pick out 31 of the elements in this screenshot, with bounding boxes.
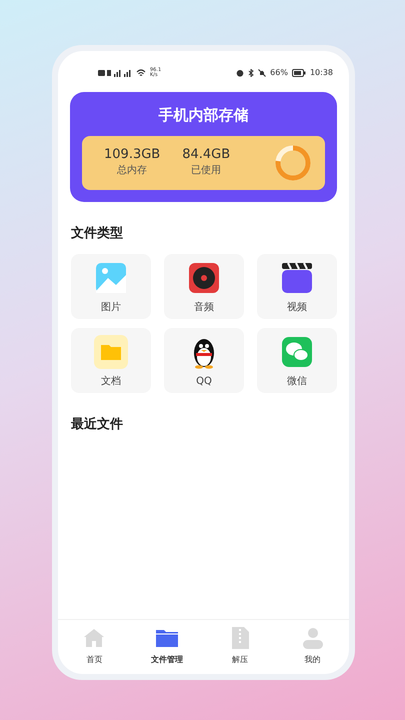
file-type-tile[interactable]: 图片: [71, 254, 151, 319]
signal-icon: [98, 69, 132, 77]
folder-icon: [94, 335, 128, 369]
file-type-tile[interactable]: 视频: [257, 254, 337, 319]
wifi-icon: [136, 69, 146, 77]
section-title: 最近文件: [71, 416, 124, 434]
battery-percent: 66%: [270, 67, 288, 79]
image-icon: [94, 261, 128, 295]
person-icon: [300, 626, 325, 650]
file-type-tile[interactable]: 微信: [257, 328, 337, 393]
file-type-tile[interactable]: 文档: [71, 328, 151, 393]
chat-bubbles-icon: [280, 335, 314, 369]
used-storage-label: 已使用: [191, 164, 222, 178]
section-title: 文件类型: [71, 224, 124, 242]
mute-icon: [258, 69, 266, 77]
total-storage-label: 总内存: [117, 164, 148, 178]
tab-bar-item[interactable]: 文件管理: [130, 626, 204, 666]
storage-title: 手机内部存储: [158, 105, 250, 126]
file-type-tile[interactable]: 音频: [164, 254, 244, 319]
clock-time: 10:38: [310, 67, 333, 79]
bluetooth-icon: [248, 69, 254, 77]
file-type-tile[interactable]: QQ: [164, 328, 244, 393]
battery-icon: [292, 69, 306, 77]
home-icon: [82, 626, 106, 650]
total-storage-value: 109.3GB: [104, 146, 160, 164]
tab-bar-item[interactable]: 首页: [58, 626, 131, 666]
tab-bar-item[interactable]: 我的: [276, 626, 349, 666]
storage-usage-ring: [273, 142, 313, 182]
used-storage-value: 84.4GB: [182, 146, 230, 164]
clapperboard-icon: [280, 261, 314, 295]
tab-bar-item[interactable]: 解压: [204, 626, 276, 666]
